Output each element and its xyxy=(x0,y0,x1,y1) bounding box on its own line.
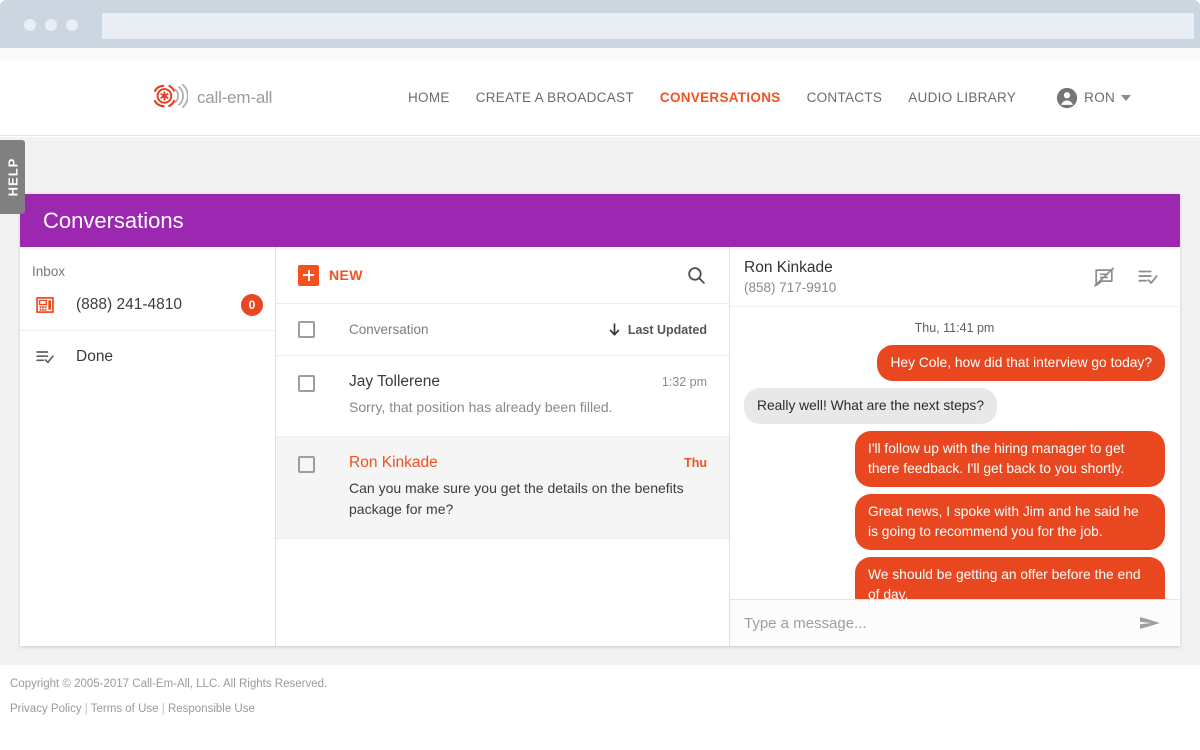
browser-address-bar[interactable] xyxy=(102,13,1194,39)
conversations-card: Conversations Inbox (888) 241-4810 0 Don… xyxy=(20,194,1180,646)
window-controls xyxy=(24,19,78,31)
thread-contact-name: Ron Kinkade xyxy=(744,258,833,276)
conversation-list-header: Conversation Last Updated xyxy=(276,304,729,356)
help-tab-label: HELP xyxy=(5,157,20,197)
conversation-preview: Sorry, that position has already been fi… xyxy=(349,399,613,415)
window-close-dot[interactable] xyxy=(24,19,36,31)
search-icon[interactable] xyxy=(686,265,707,286)
block-message-icon[interactable] xyxy=(1093,266,1115,288)
message-row: We should be getting an offer before the… xyxy=(744,557,1165,599)
folders-section-label: Inbox xyxy=(32,264,66,279)
sidebar-item-label: Done xyxy=(76,348,114,365)
message-bubble-outgoing: We should be getting an offer before the… xyxy=(855,557,1165,599)
message-thread-pane: Ron Kinkade (858) 717-9910 Thu, 11:41 pm… xyxy=(730,247,1179,646)
column-header-conversation: Conversation xyxy=(349,322,429,337)
conversation-timestamp: 1:32 pm xyxy=(661,375,707,389)
footer-copyright: Copyright © 2005-2017 Call-Em-All, LLC. … xyxy=(10,678,328,690)
conversation-list-item[interactable]: Jay Tollerene 1:32 pm Sorry, that positi… xyxy=(276,356,729,437)
nav-item-create-a-broadcast[interactable]: CREATE A BROADCAST xyxy=(476,90,634,105)
conversation-contact-name: Jay Tollerene xyxy=(349,373,441,390)
call-em-all-logo-icon xyxy=(153,83,188,108)
sort-label: Last Updated xyxy=(627,322,707,337)
user-name-label: RON xyxy=(1084,90,1116,105)
footer-link-responsible-use[interactable]: Responsible Use xyxy=(168,703,255,715)
sidebar-item-label: (888) 241-4810 xyxy=(76,295,182,313)
sidebar-item-done[interactable]: Done xyxy=(20,331,275,383)
thread-header: Ron Kinkade (858) 717-9910 xyxy=(730,247,1179,307)
sidebar-item-inbox-number[interactable]: (888) 241-4810 0 xyxy=(20,279,275,331)
message-composer xyxy=(730,599,1179,646)
footer-separator: | xyxy=(84,703,88,715)
unread-count-badge: 0 xyxy=(241,293,263,316)
conversation-preview: Can you make sure you get the details on… xyxy=(349,479,684,518)
conversations-panes: Inbox (888) 241-4810 0 Done NEW Conversa… xyxy=(20,247,1180,646)
desk-phone-icon xyxy=(32,295,58,315)
message-row: I'll follow up with the hiring manager t… xyxy=(744,431,1165,487)
arrow-down-icon xyxy=(609,323,620,336)
help-tab[interactable]: HELP xyxy=(0,140,25,214)
brand-name: call-em-all xyxy=(197,87,273,107)
conversation-item-body: Jay Tollerene 1:32 pm Sorry, that positi… xyxy=(349,373,707,419)
message-bubble-outgoing: Great news, I spoke with Jim and he said… xyxy=(855,494,1165,550)
message-bubble-outgoing: Hey Cole, how did that interview go toda… xyxy=(877,345,1165,381)
footer-separator: | xyxy=(161,703,165,715)
thread-actions xyxy=(1093,266,1159,288)
playlist-check-icon xyxy=(32,347,58,367)
conversations-title-bar: Conversations xyxy=(20,194,1180,247)
message-bubble-outgoing: I'll follow up with the hiring manager t… xyxy=(855,431,1165,487)
message-row: Great news, I spoke with Jim and he said… xyxy=(744,494,1165,550)
footer-link-privacy-policy[interactable]: Privacy Policy xyxy=(10,703,82,715)
conversation-item-top: Jay Tollerene 1:32 pm xyxy=(349,373,707,391)
window-maximize-dot[interactable] xyxy=(66,19,78,31)
plus-icon xyxy=(298,264,319,286)
conversation-checkbox[interactable] xyxy=(298,375,315,392)
message-row: Hey Cole, how did that interview go toda… xyxy=(744,345,1165,381)
chevron-down-icon xyxy=(1121,94,1132,101)
window-minimize-dot[interactable] xyxy=(45,19,57,31)
page-top-gap xyxy=(0,48,1200,60)
thread-contact-phone: (858) 717-9910 xyxy=(744,279,837,295)
new-conversation-button[interactable]: NEW xyxy=(298,264,363,286)
conversation-item-body: Ron Kinkade Thu Can you make sure you ge… xyxy=(349,454,707,521)
nav-item-conversations[interactable]: CONVERSATIONS xyxy=(660,90,781,105)
select-all-checkbox[interactable] xyxy=(298,321,315,338)
site-footer: Copyright © 2005-2017 Call-Em-All, LLC. … xyxy=(0,665,1200,750)
footer-links: Privacy Policy | Terms of Use | Responsi… xyxy=(10,703,1200,715)
thread-contact: Ron Kinkade (858) 717-9910 xyxy=(744,259,1093,295)
conversation-list-item[interactable]: Ron Kinkade Thu Can you make sure you ge… xyxy=(276,436,729,540)
message-input[interactable] xyxy=(744,614,1137,632)
conversation-item-top: Ron Kinkade Thu xyxy=(349,454,707,472)
browser-chrome xyxy=(0,0,1200,44)
thread-date-divider: Thu, 11:41 pm xyxy=(914,321,995,335)
thread-message-list[interactable]: Thu, 11:41 pm Hey Cole, how did that int… xyxy=(730,307,1179,599)
sort-control[interactable]: Last Updated xyxy=(608,322,707,337)
playlist-check-icon[interactable] xyxy=(1137,266,1159,288)
message-row: Really well! What are the next steps? xyxy=(744,388,1165,424)
folders-pane: Inbox (888) 241-4810 0 Done xyxy=(20,247,276,646)
conversation-list-toolbar: NEW xyxy=(276,247,729,304)
account-circle-icon xyxy=(1057,87,1078,108)
nav-item-audio-library[interactable]: AUDIO LIBRARY xyxy=(908,90,1016,105)
nav-item-contacts[interactable]: CONTACTS xyxy=(807,90,883,105)
conversation-checkbox[interactable] xyxy=(298,455,315,473)
site-header: call-em-all HOME CREATE A BROADCAST CONV… xyxy=(0,60,1200,136)
browser-chrome-inner xyxy=(8,4,1194,40)
conversation-list-pane: NEW Conversation Last Updated Jay Toller… xyxy=(276,247,730,646)
message-bubble-incoming: Really well! What are the next steps? xyxy=(744,388,997,424)
footer-link-terms-of-use[interactable]: Terms of Use xyxy=(91,703,159,715)
nav-item-home[interactable]: HOME xyxy=(408,90,450,105)
send-icon[interactable] xyxy=(1137,613,1163,633)
brand-logo[interactable]: call-em-all xyxy=(150,81,272,115)
conversation-timestamp: Thu xyxy=(684,455,707,470)
user-menu[interactable]: RON xyxy=(1056,87,1132,109)
new-conversation-label: NEW xyxy=(329,267,363,283)
main-navigation: HOME CREATE A BROADCAST CONVERSATIONS CO… xyxy=(408,87,1132,109)
page-title: Conversations xyxy=(43,207,184,233)
conversation-contact-name: Ron Kinkade xyxy=(349,453,438,471)
